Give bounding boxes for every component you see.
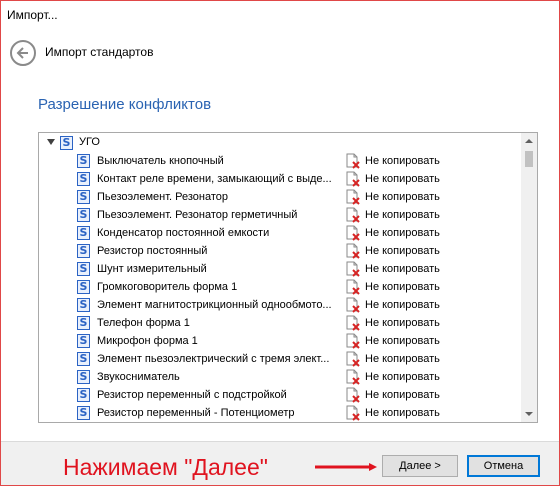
s-standard-icon: S <box>77 334 90 348</box>
tree-row[interactable]: S Конденсатор постоянной емкости Не копиро… <box>39 224 523 242</box>
tree-row-action[interactable]: Не копировать <box>365 335 440 347</box>
s-standard-icon: S <box>77 352 90 366</box>
tree-row-name: Шунт измерительный <box>97 263 207 275</box>
collapse-triangle-icon[interactable] <box>47 139 55 145</box>
title-bar: Импорт... <box>1 1 559 31</box>
tree-row[interactable]: S Громкоговоритель форма 1 Не копировать <box>39 278 523 296</box>
tree-row[interactable]: S Элемент пьезоэлектрический с тремя элек… <box>39 350 523 368</box>
tree-row-action[interactable]: Не копировать <box>365 299 440 311</box>
annotation-arrow-icon <box>315 463 377 471</box>
tree-row-action[interactable]: Не копировать <box>365 245 440 257</box>
tree-row-name: Контакт реле времени, замыкающий с выде.… <box>97 173 332 185</box>
tree-row-name: Резистор постоянный <box>97 245 208 257</box>
tree-row-name: Резистор переменный с подстройкой <box>97 389 287 401</box>
tree-row-name: Телефон форма 1 <box>97 317 190 329</box>
tree-row[interactable]: S Пьезоэлемент. Резонатор Не копировать <box>39 188 523 206</box>
tree-row-action[interactable]: Не копировать <box>365 389 440 401</box>
vertical-scrollbar[interactable] <box>521 133 537 422</box>
s-standard-icon: S <box>77 208 90 222</box>
do-not-copy-icon[interactable] <box>345 333 361 349</box>
tree-row-action[interactable]: Не копировать <box>365 155 440 167</box>
conflict-tree[interactable]: S УГО S Выключатель кнопочный Не копироват… <box>38 132 538 423</box>
tree-items: S Выключатель кнопочный Не копировать S Конт… <box>39 152 523 422</box>
tree-row[interactable]: S Звукосниматель Не копировать <box>39 368 523 386</box>
do-not-copy-icon[interactable] <box>345 369 361 385</box>
do-not-copy-icon[interactable] <box>345 207 361 223</box>
tree-row-name: Звукосниматель <box>97 371 180 383</box>
tree-row-name: Пьезоэлемент. Резонатор герметичный <box>97 209 298 221</box>
tree-row-action[interactable]: Не копировать <box>365 173 440 185</box>
do-not-copy-icon[interactable] <box>345 243 361 259</box>
wizard-header: Импорт стандартов <box>1 31 559 77</box>
cancel-button[interactable]: Отмена <box>467 455 540 477</box>
tree-row-name: Громкоговоритель форма 1 <box>97 281 238 293</box>
tree-row-action[interactable]: Не копировать <box>365 227 440 239</box>
next-button[interactable]: Далее > <box>382 455 458 477</box>
window-title: Импорт... <box>7 8 58 22</box>
tree-row-name: Пьезоэлемент. Резонатор <box>97 191 229 203</box>
tree-row-name: Элемент пьезоэлектрический с тремя элект… <box>97 353 330 365</box>
import-dialog: Импорт... Импорт стандартов Разрешение к… <box>0 0 560 486</box>
do-not-copy-icon[interactable] <box>345 279 361 295</box>
s-standard-icon: S <box>77 262 90 276</box>
tree-row-action[interactable]: Не копировать <box>365 191 440 203</box>
tree-row[interactable]: S Микрофон форма 1 Не копировать <box>39 332 523 350</box>
s-standard-icon: S <box>77 244 90 258</box>
back-button[interactable] <box>10 40 36 66</box>
tree-row[interactable]: S Резистор переменный - Потенциометр Не ко… <box>39 404 523 422</box>
tree-row-name: Конденсатор постоянной емкости <box>97 227 270 239</box>
scroll-thumb[interactable] <box>525 151 533 167</box>
tree-root[interactable]: S УГО <box>39 133 523 152</box>
annotation-text: Нажимаем "Далее" <box>63 454 268 480</box>
do-not-copy-icon[interactable] <box>345 351 361 367</box>
do-not-copy-icon[interactable] <box>345 297 361 313</box>
s-standard-icon: S <box>77 298 90 312</box>
tree-row-action[interactable]: Не копировать <box>365 209 440 221</box>
do-not-copy-icon[interactable] <box>345 171 361 187</box>
tree-row-name: Выключатель кнопочный <box>97 155 224 167</box>
tree-row-name: Микрофон форма 1 <box>97 335 198 347</box>
tree-row[interactable]: S Контакт реле времени, замыкающий с выде… <box>39 170 523 188</box>
do-not-copy-icon[interactable] <box>345 153 361 169</box>
tree-row-action[interactable]: Не копировать <box>365 371 440 383</box>
tree-row-name: Элемент магнитострикционный однообмото..… <box>97 299 332 311</box>
s-standard-icon: S <box>77 370 90 384</box>
tree-row[interactable]: S Резистор переменный с подстройкой Не коп… <box>39 386 523 404</box>
tree-row-action[interactable]: Не копировать <box>365 317 440 329</box>
tree-row-action[interactable]: Не копировать <box>365 353 440 365</box>
tree-row-action[interactable]: Не копировать <box>365 263 440 275</box>
tree-row-action[interactable]: Не копировать <box>365 281 440 293</box>
back-arrow-icon <box>16 47 28 59</box>
tree-row[interactable]: S Резистор постоянный Не копировать <box>39 242 523 260</box>
tree-root-label: УГО <box>79 136 100 148</box>
tree-row[interactable]: S Телефон форма 1 Не копировать <box>39 314 523 332</box>
scroll-down-icon[interactable] <box>521 406 537 422</box>
page-title: Импорт стандартов <box>45 45 154 59</box>
tree-row-name: Резистор переменный - Потенциометр <box>97 407 295 419</box>
do-not-copy-icon[interactable] <box>345 387 361 403</box>
s-standard-icon: S <box>77 226 90 240</box>
do-not-copy-icon[interactable] <box>345 315 361 331</box>
tree-row[interactable]: S Шунт измерительный Не копировать <box>39 260 523 278</box>
s-standard-icon: S <box>77 388 90 402</box>
do-not-copy-icon[interactable] <box>345 405 361 421</box>
s-standard-icon: S <box>77 316 90 330</box>
tree-row[interactable]: S Выключатель кнопочный Не копировать <box>39 152 523 170</box>
do-not-copy-icon[interactable] <box>345 261 361 277</box>
scroll-up-icon[interactable] <box>521 133 537 149</box>
s-standard-icon: S <box>77 190 90 204</box>
do-not-copy-icon[interactable] <box>345 189 361 205</box>
tree-row[interactable]: S Пьезоэлемент. Резонатор герметичный Не к… <box>39 206 523 224</box>
dialog-footer: Нажимаем "Далее" Далее > Отмена <box>1 441 559 485</box>
s-standard-icon: S <box>77 172 90 186</box>
section-title: Разрешение конфликтов <box>38 96 212 113</box>
tree-row[interactable]: S Элемент магнитострикционный однообмото.… <box>39 296 523 314</box>
do-not-copy-icon[interactable] <box>345 225 361 241</box>
s-standard-icon: S <box>77 280 90 294</box>
s-standard-icon: S <box>77 406 90 420</box>
s-standard-icon: S <box>77 154 90 168</box>
tree-row-action[interactable]: Не копировать <box>365 407 440 419</box>
s-standard-icon: S <box>60 136 73 150</box>
